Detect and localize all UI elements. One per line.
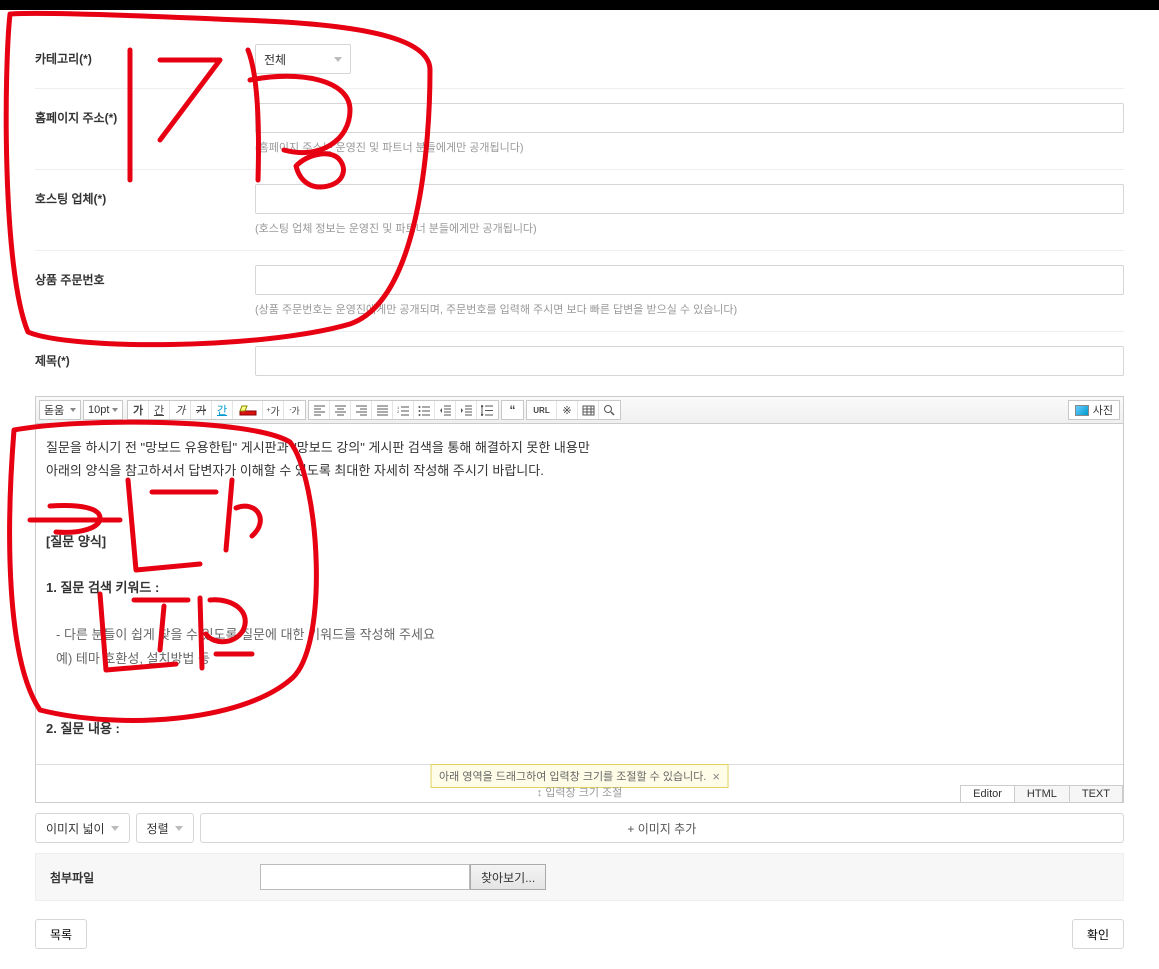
editor-footer: 아래 영역을 드래그하여 입력창 크기를 조절할 수 있습니다. × 입력창 크… (36, 764, 1123, 802)
rich-text-editor: 돋움 10pt 가 간 가 가 간 +가 -가 (35, 396, 1124, 803)
image-width-select[interactable]: 이미지 넓이 (35, 813, 130, 843)
tab-editor[interactable]: Editor (960, 785, 1015, 803)
align-center-button[interactable] (330, 401, 351, 419)
browse-button[interactable]: 찾아보기... (470, 864, 546, 890)
text-style-group: 가 간 가 가 간 +가 -가 (127, 400, 306, 420)
attachment-label: 첨부파일 (50, 869, 260, 886)
editor-line: 아래의 양식을 참고하셔서 답변자가 이해할 수 있도록 최대한 자세히 작성해… (46, 459, 1113, 482)
svg-text:2: 2 (397, 409, 400, 414)
category-select[interactable]: 전체 (255, 44, 351, 74)
hosting-input[interactable] (255, 184, 1124, 214)
list-button[interactable]: 목록 (35, 919, 87, 949)
font-family-select[interactable]: 돋움 (39, 400, 81, 420)
row-title: 제목(*) (35, 332, 1124, 390)
insert-group-2: URL ※ (526, 400, 621, 420)
tab-html[interactable]: HTML (1014, 785, 1070, 803)
label-hosting: 호스팅 업체(*) (35, 184, 255, 207)
increase-font-button[interactable]: +가 (263, 401, 284, 419)
strikethrough-button[interactable]: 가 (191, 401, 212, 419)
font-family-value: 돋움 (44, 402, 64, 418)
row-hosting: 호스팅 업체(*) (호스팅 업체 정보는 운영진 및 파트너 분들에게만 공개… (35, 170, 1124, 251)
submit-button[interactable]: 확인 (1072, 919, 1124, 949)
photo-button-label: 사진 (1093, 402, 1113, 418)
image-controls-row: 이미지 넓이 정렬 + 이미지 추가 (35, 813, 1124, 843)
paragraph-group: 12 (308, 400, 499, 420)
editor-line: 2. 질문 내용 : (46, 717, 1113, 740)
hosting-help: (호스팅 업체 정보는 운영진 및 파트너 분들에게만 공개됩니다) (255, 220, 1124, 236)
indent-button[interactable] (456, 401, 477, 419)
align-justify-button[interactable] (372, 401, 393, 419)
footer-actions: 목록 확인 (35, 919, 1124, 949)
tab-text[interactable]: TEXT (1069, 785, 1123, 803)
order-input[interactable] (255, 265, 1124, 295)
order-help: (상품 주문번호는 운영진에게만 공개되며, 주문번호를 입력해 주시면 보다 … (255, 301, 1124, 317)
chevron-down-icon (175, 826, 183, 831)
editor-content[interactable]: 질문을 하시기 전 "망보드 유용한팁" 게시판과 "망보드 강의" 게시판 검… (36, 424, 1123, 764)
chevron-down-icon (70, 408, 76, 412)
editor-toolbar: 돋움 10pt 가 간 가 가 간 +가 -가 (36, 397, 1123, 424)
special-char-button[interactable]: ※ (557, 401, 578, 419)
url-link-button[interactable]: URL (527, 401, 557, 419)
ordered-list-button[interactable]: 12 (393, 401, 414, 419)
window-topbar (0, 0, 1159, 10)
editor-line: 질문을 하시기 전 "망보드 유용한팁" 게시판과 "망보드 강의" 게시판 검… (46, 436, 1113, 459)
chevron-down-icon (112, 408, 118, 412)
category-select-value: 전체 (264, 51, 286, 68)
font-size-value: 10pt (88, 404, 109, 416)
decrease-font-button[interactable]: -가 (284, 401, 305, 419)
label-category: 카테고리(*) (35, 44, 255, 67)
insert-group-1: “ (501, 400, 524, 420)
editor-line: [질문 양식] (46, 530, 1113, 553)
highlight-color-button[interactable] (233, 401, 263, 419)
underline-button[interactable]: 간 (149, 401, 170, 419)
unordered-list-button[interactable] (414, 401, 435, 419)
chevron-down-icon (111, 826, 119, 831)
image-align-label: 정렬 (147, 820, 169, 837)
outdent-button[interactable] (435, 401, 456, 419)
line-height-button[interactable] (477, 401, 498, 419)
resize-handle[interactable]: 입력창 크기 조절 (537, 784, 623, 800)
add-image-button[interactable]: + 이미지 추가 (200, 813, 1124, 843)
row-homepage: 홈페이지 주소(*) (홈페이지 주소는 운영진 및 파트너 분들에게만 공개됩… (35, 89, 1124, 170)
editor-line: 1. 질문 검색 키워드 : (46, 576, 1113, 599)
text-color-button[interactable]: 간 (212, 401, 233, 419)
image-width-label: 이미지 넓이 (46, 820, 105, 837)
label-order: 상품 주문번호 (35, 265, 255, 288)
blockquote-button[interactable]: “ (502, 401, 523, 419)
italic-button[interactable]: 가 (170, 401, 191, 419)
image-align-select[interactable]: 정렬 (136, 813, 194, 843)
form-container: 카테고리(*) 전체 홈페이지 주소(*) (홈페이지 주소는 운영진 및 파트… (0, 10, 1159, 969)
label-homepage: 홈페이지 주소(*) (35, 103, 255, 126)
homepage-input[interactable] (255, 103, 1124, 133)
photo-icon (1075, 405, 1089, 416)
homepage-help: (홈페이지 주소는 운영진 및 파트너 분들에게만 공개됩니다) (255, 139, 1124, 155)
label-title: 제목(*) (35, 346, 255, 369)
attachment-row: 첨부파일 찾아보기... (35, 853, 1124, 901)
align-left-button[interactable] (309, 401, 330, 419)
insert-photo-button[interactable]: 사진 (1068, 400, 1120, 420)
font-size-select[interactable]: 10pt (83, 400, 123, 420)
row-order: 상품 주문번호 (상품 주문번호는 운영진에게만 공개되며, 주문번호를 입력해… (35, 251, 1124, 332)
title-input[interactable] (255, 346, 1124, 376)
editor-line: - 다른 분들이 쉽게 찾을 수 있도록 질문에 대한 키워드를 작성해 주세요 (46, 623, 1113, 646)
file-path-field[interactable] (260, 864, 470, 890)
file-browse: 찾아보기... (260, 864, 546, 890)
chevron-down-icon (334, 57, 342, 62)
row-category: 카테고리(*) 전체 (35, 30, 1124, 89)
table-button[interactable] (578, 401, 599, 419)
bold-button[interactable]: 가 (128, 401, 149, 419)
resize-tooltip-text: 아래 영역을 드래그하여 입력창 크기를 조절할 수 있습니다. (439, 768, 706, 784)
align-right-button[interactable] (351, 401, 372, 419)
editor-mode-tabs: Editor HTML TEXT (961, 785, 1123, 803)
editor-line: 예) 테마 호환성, 설치방법 등 (46, 647, 1113, 670)
find-replace-button[interactable] (599, 401, 620, 419)
tooltip-close-icon[interactable]: × (712, 769, 720, 784)
